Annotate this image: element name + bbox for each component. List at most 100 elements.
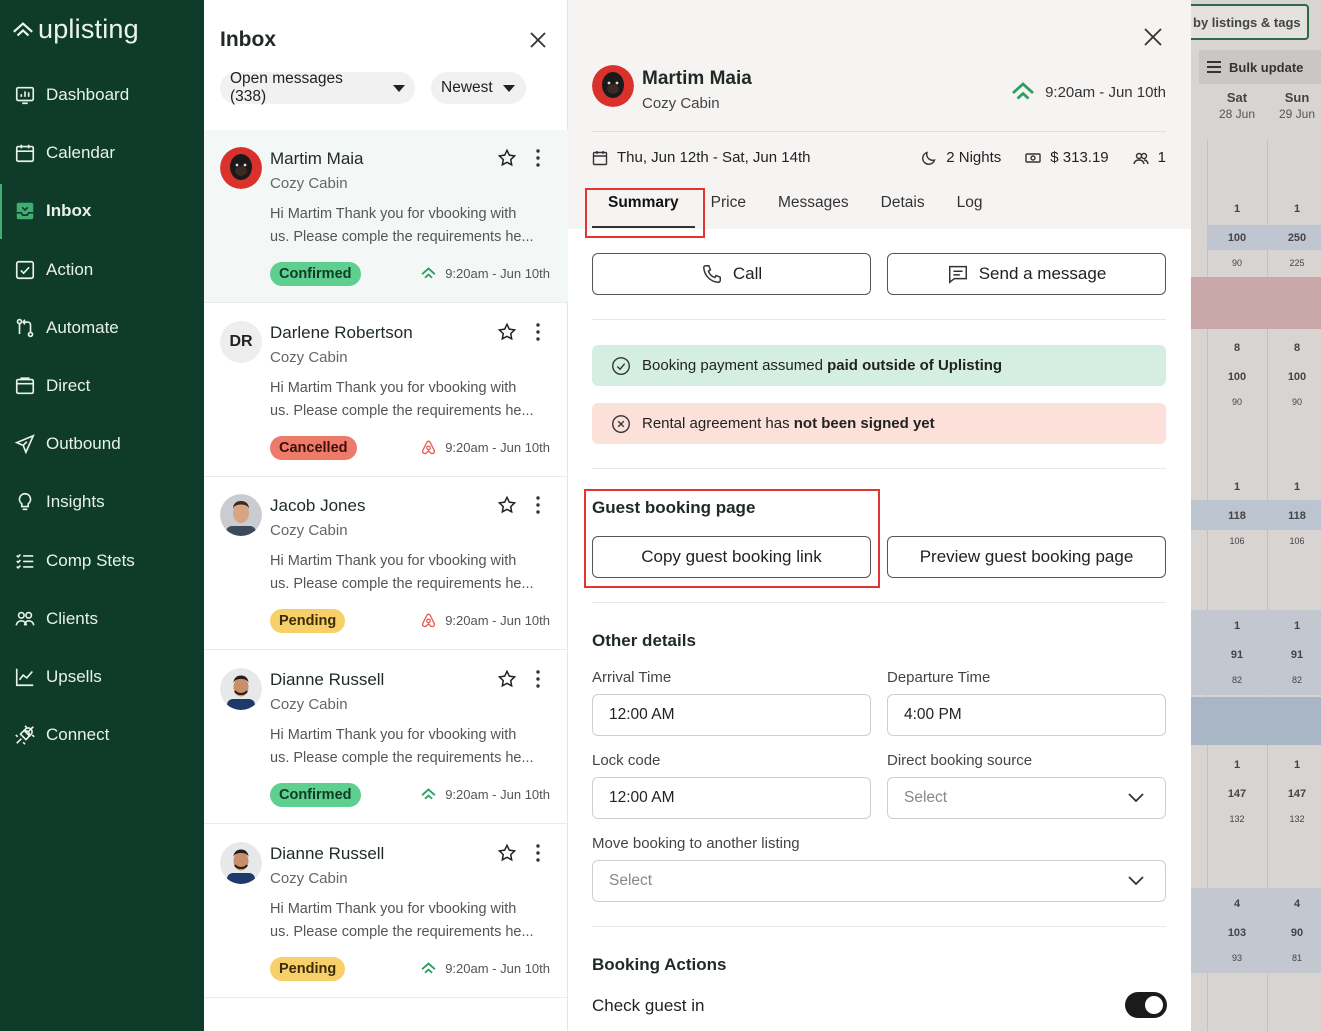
cal-value: 1	[1233, 620, 1241, 632]
main-nav: Dashboard Calendar Inbox Action Automate…	[0, 66, 204, 764]
nav-comp-stets[interactable]: Comp Stets	[0, 532, 204, 590]
star-icon[interactable]	[497, 843, 517, 863]
cal-value: 93	[1231, 953, 1242, 963]
conversation-item[interactable]: Dianne Russell Cozy Cabin Hi Martim Than…	[204, 825, 568, 998]
day-date: 28 Jun	[1218, 107, 1256, 121]
time-text: 9:20am - Jun 10th	[445, 787, 550, 802]
nav-clients[interactable]: Clients	[0, 590, 204, 648]
more-options-icon[interactable]	[530, 148, 546, 168]
sort-dropdown[interactable]: Newest	[431, 72, 526, 104]
cal-value: 225	[1289, 258, 1305, 268]
chart-line-icon	[15, 668, 34, 687]
automate-icon	[16, 318, 34, 338]
outbound-send-icon	[14, 434, 35, 455]
nav-direct[interactable]: Direct	[0, 357, 204, 415]
dates-text: Thu, Jun 12th - Sat, Jun 14th	[617, 149, 811, 166]
star-icon[interactable]	[497, 322, 517, 342]
cal-value: 1	[1233, 759, 1241, 771]
cal-value: 118	[1228, 510, 1246, 522]
cal-value: 147	[1227, 788, 1247, 800]
more-options-icon[interactable]	[530, 843, 546, 863]
nav-upsells[interactable]: Upsells	[0, 648, 204, 706]
nav-action[interactable]: Action	[0, 241, 204, 299]
more-options-icon[interactable]	[530, 322, 546, 342]
conversation-item[interactable]: DR Darlene Robertson Cozy Cabin Hi Marti…	[204, 304, 568, 477]
x-circle-icon	[612, 414, 630, 433]
star-icon[interactable]	[497, 495, 517, 515]
nav-dashboard[interactable]: Dashboard	[0, 66, 204, 124]
open-messages-filter[interactable]: Open messages (338)	[220, 70, 415, 105]
conversation-item[interactable]: Martim Maia Cozy Cabin Hi Martim Thank y…	[204, 130, 568, 303]
more-options-icon[interactable]	[530, 669, 546, 689]
more-options-icon[interactable]	[530, 495, 546, 515]
conversation-item[interactable]: Dianne Russell Cozy Cabin Hi Martim Than…	[204, 651, 568, 824]
check-guest-in-toggle[interactable]	[1125, 992, 1167, 1018]
calendar-background: by listings & tags Bulk update Sat 28 Ju…	[1191, 0, 1321, 1031]
other-details-title: Other details	[592, 631, 696, 650]
conversation-item[interactable]: Jacob Jones Cozy Cabin Hi Martim Thank y…	[204, 477, 568, 650]
select-placeholder: Select	[904, 789, 948, 806]
nav-calendar[interactable]: Calendar	[0, 124, 204, 182]
money-icon	[1025, 152, 1041, 163]
nav-insights[interactable]: Insights	[0, 473, 204, 531]
uplisting-logo[interactable]: uplisting	[12, 14, 139, 45]
select-placeholder: Select	[609, 872, 653, 889]
calendar-day-header: Sun 29 Jun	[1267, 90, 1321, 121]
nav-connect[interactable]: Connect	[0, 706, 204, 764]
nav-label: Direct	[46, 376, 91, 396]
close-icon[interactable]	[528, 30, 548, 50]
uplisting-logo-icon	[13, 21, 33, 36]
preview-guest-booking-page-button[interactable]: Preview guest booking page	[887, 536, 1166, 578]
departure-time-field[interactable]: 4:00 PM	[887, 694, 1166, 736]
cal-value: 82	[1291, 675, 1302, 685]
avatar	[220, 494, 262, 536]
cal-value: 1	[1293, 620, 1301, 632]
tab-details[interactable]: Detais	[865, 194, 941, 228]
nav-label: Calendar	[46, 143, 115, 163]
star-icon[interactable]	[497, 148, 517, 168]
message-line: Hi Martim Thank you for vbooking with	[270, 901, 517, 917]
nav-label: Upsells	[46, 666, 102, 686]
guest-avatar	[592, 65, 634, 107]
time-text: 9:20am - Jun 10th	[1045, 83, 1166, 101]
close-icon[interactable]	[1142, 26, 1164, 48]
message-line: us. Please comple the requirements he...	[270, 402, 534, 419]
nav-inbox[interactable]: Inbox	[0, 182, 204, 240]
tab-log[interactable]: Log	[941, 194, 999, 228]
stay-nights: 2 Nights	[921, 149, 1001, 166]
nav-automate[interactable]: Automate	[0, 299, 204, 357]
lightbulb-icon	[18, 493, 32, 511]
message-icon	[948, 265, 967, 284]
avatar	[220, 147, 262, 189]
cal-value: 8	[1233, 342, 1241, 354]
listings-tags-filter-button[interactable]: by listings & tags	[1191, 4, 1309, 40]
send-message-button[interactable]: Send a message	[887, 253, 1166, 295]
divider	[592, 468, 1166, 469]
chevron-down-icon	[1128, 793, 1144, 803]
star-icon[interactable]	[497, 669, 517, 689]
move-booking-select[interactable]: Select	[592, 860, 1166, 902]
calendar-icon	[592, 150, 608, 165]
call-button[interactable]: Call	[592, 253, 871, 295]
nav-outbound[interactable]: Outbound	[0, 415, 204, 473]
message-preview: Hi Martim Thank you for vbooking with us…	[270, 724, 552, 769]
cal-value: 4	[1233, 898, 1241, 910]
nav-label: Insights	[46, 492, 105, 512]
divider	[592, 926, 1166, 927]
inbox-panel: Inbox Open messages (338) Newest Martim …	[204, 0, 568, 1031]
message-line: Hi Martim Thank you for vbooking with	[270, 380, 517, 396]
bulk-update-button[interactable]: Bulk update	[1199, 50, 1321, 84]
tab-messages[interactable]: Messages	[762, 194, 865, 228]
calendar-day-header: Sat 28 Jun	[1207, 90, 1267, 121]
avatar	[220, 842, 262, 884]
direct-booking-source-select[interactable]: Select	[887, 777, 1166, 819]
lock-code-field[interactable]: 12:00 AM	[592, 777, 871, 819]
cal-value: 132	[1289, 814, 1305, 824]
cal-value: 91	[1230, 649, 1244, 661]
cal-value: 81	[1291, 953, 1302, 963]
time-text: 9:20am - Jun 10th	[445, 266, 550, 281]
cal-value: 132	[1229, 814, 1245, 824]
arrival-time-field[interactable]: 12:00 AM	[592, 694, 871, 736]
cal-value: 118	[1288, 510, 1306, 522]
caret-down-icon	[393, 84, 405, 92]
